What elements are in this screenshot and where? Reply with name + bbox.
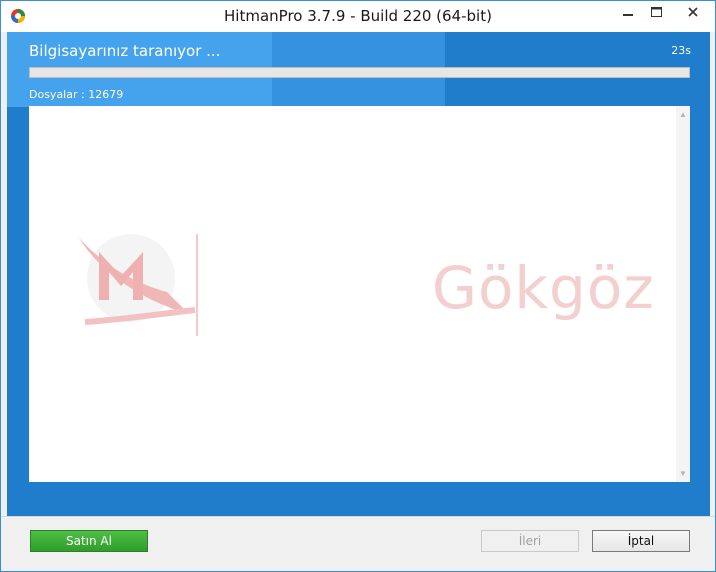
close-button[interactable] xyxy=(676,1,710,23)
window-title: HitmanPro 3.7.9 - Build 220 (64-bit) xyxy=(224,7,492,25)
results-panel[interactable]: Gökgöz ▲ ▼ xyxy=(29,106,690,482)
files-count: Dosyalar : 12679 xyxy=(29,88,124,101)
cancel-button[interactable]: İptal xyxy=(592,530,690,552)
app-window: HitmanPro 3.7.9 - Build 220 (64-bit) Bil… xyxy=(0,0,716,572)
footer-divider xyxy=(1,516,715,517)
scan-progress-bar xyxy=(29,67,690,78)
scroll-up-icon[interactable]: ▲ xyxy=(679,110,687,119)
next-button[interactable]: İleri xyxy=(481,530,579,552)
minimize-icon xyxy=(623,14,633,16)
results-scrollbar[interactable]: ▲ ▼ xyxy=(676,106,690,482)
watermark-text: Gökgöz xyxy=(432,254,655,322)
minimize-button[interactable] xyxy=(614,1,642,23)
scan-timer: 23s xyxy=(671,44,691,57)
scan-heading: Bilgisayarınız taranıyor ... xyxy=(29,42,221,60)
close-icon xyxy=(688,7,698,17)
maximize-icon xyxy=(650,7,662,17)
scan-area: Bilgisayarınız taranıyor ... 23s Dosyala… xyxy=(7,32,710,516)
watermark-logo-icon xyxy=(79,234,198,336)
buy-button[interactable]: Satın Al xyxy=(30,530,148,552)
maximize-button[interactable] xyxy=(642,1,670,23)
scroll-down-icon[interactable]: ▼ xyxy=(679,469,687,478)
title-bar[interactable]: HitmanPro 3.7.9 - Build 220 (64-bit) xyxy=(1,1,715,32)
